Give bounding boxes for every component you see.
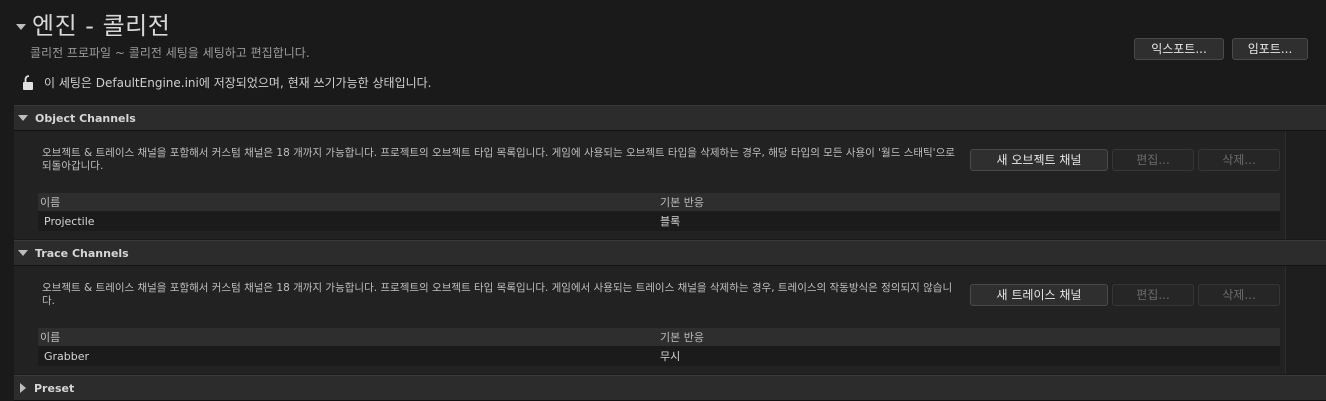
section-header-object-channels[interactable]: Object Channels: [14, 105, 1326, 131]
channel-name: Projectile: [44, 214, 95, 228]
column-header-name[interactable]: 이름: [38, 194, 660, 210]
trace-channels-description: 오브젝트 & 트레이스 채널을 포함해서 커스텀 채널은 18 개까지 가능합니…: [42, 282, 953, 307]
section-header-preset[interactable]: Preset: [14, 375, 1326, 401]
column-header-name[interactable]: 이름: [38, 329, 660, 345]
expand-arrow-icon[interactable]: [18, 250, 28, 256]
table-header: 이름 기본 반응: [38, 193, 1280, 211]
config-status-text: 이 세팅은 DefaultEngine.ini에 저장되었으며, 현재 쓰기가능…: [44, 76, 432, 90]
object-channels-table: 이름 기본 반응 Projectile 블록: [38, 193, 1280, 231]
trace-channels-panel: 오브젝트 & 트레이스 채널을 포함해서 커스텀 채널은 18 개까지 가능합니…: [14, 266, 1326, 374]
export-button[interactable]: 익스포트...: [1134, 38, 1224, 60]
section-title: Object Channels: [35, 111, 136, 125]
channel-response: 무시: [660, 350, 681, 363]
collapsed-arrow-icon[interactable]: [20, 383, 26, 393]
page-subtitle: 콜리전 프로파일 ~ 콜리전 세팅을 세팅하고 편집합니다.: [30, 46, 310, 60]
column-header-response[interactable]: 기본 반응: [660, 194, 1280, 210]
section-title: Preset: [34, 381, 75, 395]
new-trace-channel-button[interactable]: 새 트레이스 채널: [970, 284, 1108, 306]
table-row[interactable]: Grabber 무시: [38, 346, 1280, 366]
table-header: 이름 기본 반응: [38, 328, 1280, 346]
object-channels-description: 오브젝트 & 트레이스 채널을 포함해서 커스텀 채널은 18 개까지 가능합니…: [42, 147, 955, 172]
channel-response: 블록: [660, 215, 681, 228]
config-status: 이 세팅은 DefaultEngine.ini에 저장되었으며, 현재 쓰기가능…: [22, 74, 432, 91]
side-gutter: [1285, 131, 1326, 239]
edit-object-channel-button[interactable]: 편집...: [1112, 149, 1194, 171]
page-title: 엔진 - 콜리전: [32, 12, 171, 40]
settings-header: 엔진 - 콜리전 콜리전 프로파일 ~ 콜리전 세팅을 세팅하고 편집합니다. …: [0, 0, 1326, 100]
section-title: Trace Channels: [35, 246, 129, 260]
side-gutter: [1285, 266, 1326, 374]
expand-arrow-icon[interactable]: [18, 115, 28, 121]
column-header-response[interactable]: 기본 반응: [660, 329, 1280, 345]
new-object-channel-button[interactable]: 새 오브젝트 채널: [970, 149, 1108, 171]
trace-channels-table: 이름 기본 반응 Grabber 무시: [38, 328, 1280, 366]
delete-trace-channel-button[interactable]: 삭제...: [1198, 284, 1280, 306]
title-row[interactable]: 엔진 - 콜리전: [16, 6, 170, 41]
unlocked-lock-icon: [23, 74, 33, 90]
section-header-trace-channels[interactable]: Trace Channels: [14, 240, 1326, 266]
import-button[interactable]: 임포트...: [1232, 38, 1308, 60]
delete-object-channel-button[interactable]: 삭제...: [1198, 149, 1280, 171]
table-row[interactable]: Projectile 블록: [38, 211, 1280, 231]
collapse-arrow-icon[interactable]: [16, 23, 26, 30]
object-channels-panel: 오브젝트 & 트레이스 채널을 포함해서 커스텀 채널은 18 개까지 가능합니…: [14, 131, 1326, 239]
edit-trace-channel-button[interactable]: 편집...: [1112, 284, 1194, 306]
channel-name: Grabber: [44, 349, 90, 363]
